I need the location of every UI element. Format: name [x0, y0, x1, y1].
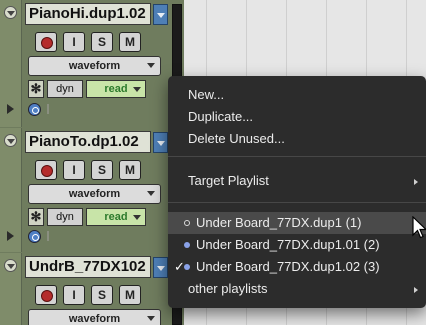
track-view-label: waveform: [68, 313, 121, 325]
track-3: UndrB_77DX102 I S M waveform: [0, 253, 184, 325]
playlist-selector-button[interactable]: [153, 132, 168, 153]
submenu-arrow-icon: [414, 287, 418, 293]
track-name[interactable]: PianoHi.dup1.02: [25, 3, 151, 25]
menu-item-target-playlist[interactable]: Target Playlist: [168, 170, 426, 192]
input-monitor-button[interactable]: I: [63, 32, 85, 52]
menu-item-duplicate[interactable]: Duplicate...: [168, 106, 426, 128]
menu-item-other-playlists[interactable]: other playlists: [168, 278, 426, 300]
timebase-icon[interactable]: [28, 230, 41, 243]
mute-button[interactable]: M: [119, 160, 141, 180]
inactive-playlist-icon: [184, 220, 190, 226]
playlist-dot-icon: [184, 264, 190, 270]
submenu-arrow-icon: [414, 179, 418, 185]
playlist-item-label: Under Board_77DX.dup1.02 (3): [196, 259, 380, 274]
menu-item-label: Target Playlist: [188, 173, 269, 188]
playlist-selector-button[interactable]: [153, 4, 168, 25]
playlist-item-label: Under Board_77DX.dup1 (1): [196, 215, 362, 230]
solo-button[interactable]: S: [91, 160, 113, 180]
record-enable-button[interactable]: [35, 160, 57, 180]
track-view-selector[interactable]: waveform: [28, 309, 161, 325]
record-enable-button[interactable]: [35, 32, 57, 52]
track-2: PianoTo.dp1.02 I S M waveform ✻ dyn read: [0, 128, 184, 252]
menu-item-delete-unused[interactable]: Delete Unused...: [168, 128, 426, 150]
expand-arrow-icon[interactable]: [7, 104, 14, 114]
voice-icon: [47, 104, 53, 114]
solo-button[interactable]: S: [91, 32, 113, 52]
automation-mode-label: read: [104, 211, 128, 223]
track-view-selector[interactable]: waveform: [28, 184, 161, 204]
automation-mode-selector[interactable]: read: [86, 208, 146, 226]
voice-icon: [47, 231, 53, 241]
playlist-item-3[interactable]: ✓ Under Board_77DX.dup1.02 (3): [168, 256, 426, 278]
chevron-down-icon: [133, 87, 141, 92]
playlist-selector-button[interactable]: [153, 257, 168, 278]
automation-icon[interactable]: ✻: [28, 208, 44, 226]
track-collapse-toggle[interactable]: [4, 6, 17, 19]
playlist-dot-icon: [184, 242, 190, 248]
menu-item-label: other playlists: [188, 281, 268, 296]
chevron-down-icon: [147, 63, 155, 68]
playlist-menu: New... Duplicate... Delete Unused... Tar…: [168, 76, 426, 308]
dyn-button[interactable]: dyn: [47, 208, 83, 226]
playlist-item-label: Under Board_77DX.dup1.01 (2): [196, 237, 380, 252]
automation-icon[interactable]: ✻: [28, 80, 44, 98]
input-monitor-button[interactable]: I: [63, 285, 85, 305]
record-enable-button[interactable]: [35, 285, 57, 305]
track-view-label: waveform: [68, 188, 121, 200]
chevron-down-icon: [147, 191, 155, 196]
automation-mode-label: read: [104, 83, 128, 95]
solo-button[interactable]: S: [91, 285, 113, 305]
playlist-item-2[interactable]: Under Board_77DX.dup1.01 (2): [168, 234, 426, 256]
menu-divider: [168, 202, 426, 203]
chevron-down-icon: [133, 215, 141, 220]
input-monitor-button[interactable]: I: [63, 160, 85, 180]
mute-button[interactable]: M: [119, 32, 141, 52]
timebase-icon[interactable]: [28, 103, 41, 116]
track-name[interactable]: PianoTo.dp1.02: [25, 131, 151, 153]
chevron-down-icon: [147, 316, 155, 321]
dyn-button[interactable]: dyn: [47, 80, 83, 98]
track-1: PianoHi.dup1.02 I S M waveform ✻ dyn rea…: [0, 0, 184, 127]
automation-mode-selector[interactable]: read: [86, 80, 146, 98]
track-view-selector[interactable]: waveform: [28, 56, 161, 76]
mouse-cursor-icon: [412, 216, 426, 239]
track-name[interactable]: UndrB_77DX102: [25, 256, 151, 278]
expand-arrow-icon[interactable]: [7, 231, 14, 241]
track-list: PianoHi.dup1.02 I S M waveform ✻ dyn rea…: [0, 0, 184, 325]
mute-button[interactable]: M: [119, 285, 141, 305]
playlist-item-1[interactable]: Under Board_77DX.dup1 (1): [168, 212, 426, 234]
menu-item-new[interactable]: New...: [168, 84, 426, 106]
menu-divider: [168, 156, 426, 157]
track-collapse-toggle[interactable]: [4, 134, 17, 147]
track-collapse-toggle[interactable]: [4, 259, 17, 272]
track-view-label: waveform: [68, 60, 121, 72]
